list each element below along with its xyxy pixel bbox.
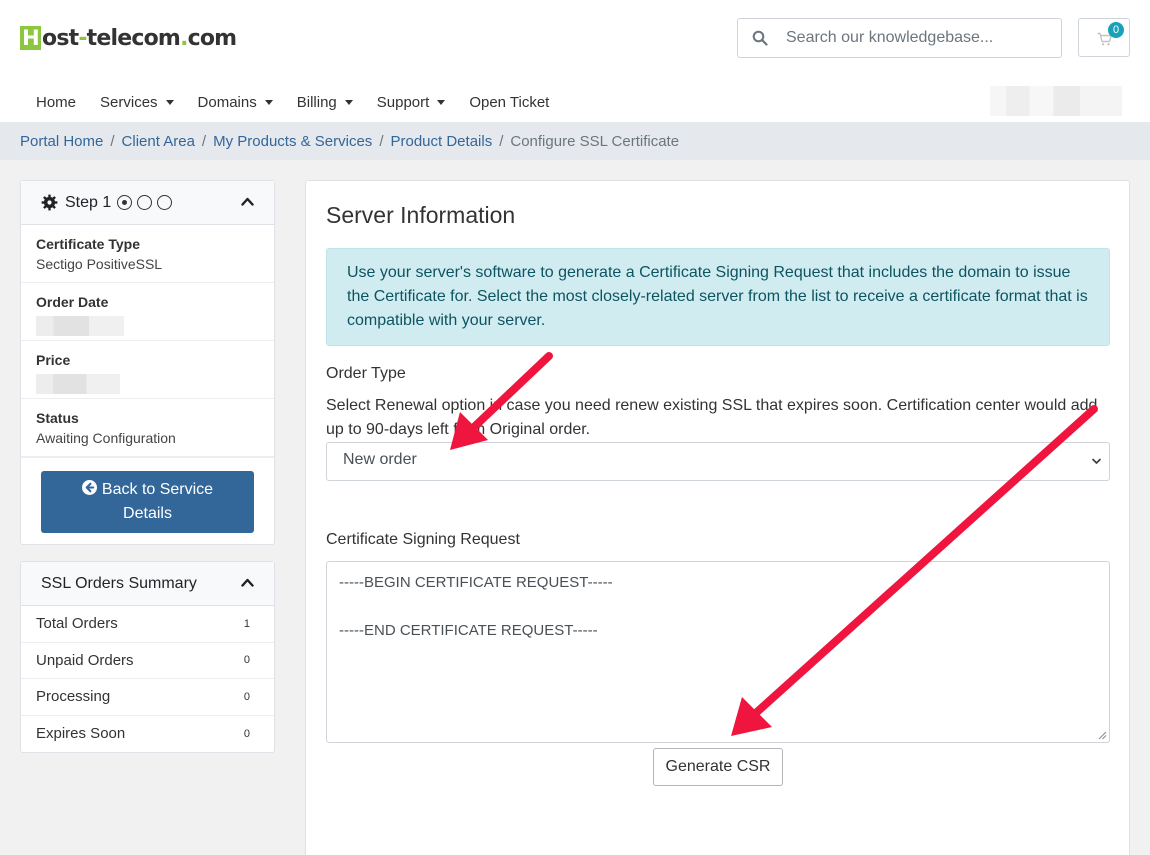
caret-down-icon	[437, 99, 446, 105]
info-value: Awaiting Configuration	[36, 430, 176, 446]
back-to-service-details-button[interactable]: Back to Service Details	[41, 471, 254, 533]
breadcrumb-products-services[interactable]: My Products & Services	[213, 133, 372, 150]
summary-row-total-orders[interactable]: Total Orders 1	[21, 606, 274, 643]
chevron-up-icon[interactable]	[241, 197, 254, 206]
order-type-select[interactable]: New order	[326, 442, 1110, 481]
order-type-selected-value: New order	[343, 451, 417, 468]
back-button-label-1: Back to Service	[101, 481, 214, 498]
breadcrumb-separator: /	[110, 132, 115, 150]
logo-text-2: telecom	[86, 25, 181, 51]
info-value: Sectigo PositiveSSL	[36, 256, 163, 272]
top-header: Host-telecom.com 0 Home Services Domains…	[0, 0, 1150, 122]
chevron-up-icon[interactable]	[241, 578, 254, 587]
arrow-circle-left-icon	[81, 480, 97, 495]
info-label: Certificate Type	[36, 236, 140, 252]
knowledgebase-search	[737, 18, 1062, 58]
cart-button[interactable]: 0	[1078, 18, 1130, 57]
step-indicator	[137, 195, 153, 210]
cart-count-badge: 0	[1108, 22, 1124, 38]
order-type-label: Order Type	[326, 365, 406, 382]
step-card-header[interactable]: Step 1	[21, 181, 274, 225]
main-nav: Home Services Domains Billing Support Op…	[24, 84, 561, 120]
csr-begin-line: -----BEGIN CERTIFICATE REQUEST-----	[339, 574, 613, 591]
summary-card-header[interactable]: SSL Orders Summary	[21, 562, 274, 606]
info-label: Status	[36, 410, 79, 426]
nav-home[interactable]: Home	[24, 94, 88, 111]
ssl-orders-summary-card: SSL Orders Summary Total Orders 1 Unpaid…	[20, 561, 275, 753]
step-indicator	[157, 195, 173, 210]
nav-services[interactable]: Services	[88, 94, 186, 111]
resize-handle-icon[interactable]	[1098, 731, 1107, 740]
order-type-help: Select Renewal option in case you need r…	[326, 394, 1106, 442]
generate-csr-button[interactable]: Generate CSR	[653, 748, 783, 786]
nav-label: Services	[100, 93, 158, 111]
summary-label: Expires Soon	[36, 725, 126, 743]
logo-text-3: com	[187, 25, 237, 51]
breadcrumb-portal-home[interactable]: Portal Home	[20, 133, 103, 150]
breadcrumb: Portal Home / Client Area / My Products …	[0, 122, 1150, 160]
order-type-help-line-1: Select Renewal option in case you need r…	[326, 397, 1067, 414]
summary-count: 1	[243, 617, 250, 630]
breadcrumb-client-area[interactable]: Client Area	[122, 133, 195, 150]
info-row-price: Price	[21, 341, 274, 399]
section-title: Server Information	[326, 202, 516, 228]
nav-label: Open Ticket	[469, 93, 550, 111]
summary-count: 0	[243, 690, 250, 703]
gear-icon	[41, 194, 58, 211]
info-row-status: Status Awaiting Configuration	[21, 399, 274, 457]
blurred-value	[36, 374, 120, 394]
nav-domains[interactable]: Domains	[186, 94, 285, 111]
back-button-area: Back to Service Details	[21, 457, 274, 544]
nav-label: Home	[36, 93, 77, 111]
nav-label: Support	[376, 93, 430, 111]
summary-label: Processing	[36, 688, 111, 706]
nav-label: Billing	[296, 93, 337, 111]
account-menu-blurred[interactable]	[990, 86, 1122, 116]
logo-text-1: ost	[42, 25, 79, 51]
breadcrumb-separator: /	[379, 132, 384, 150]
caret-down-icon	[165, 99, 174, 105]
step-indicator-current	[117, 195, 133, 210]
info-row-order-date: Order Date	[21, 283, 274, 341]
summary-count: 0	[243, 727, 250, 740]
nav-label: Domains	[197, 93, 257, 111]
step-card: Step 1 Certificate Type Sectigo Positive…	[20, 180, 275, 545]
info-label: Order Date	[36, 294, 109, 310]
breadcrumb-separator: /	[201, 132, 207, 150]
chevron-down-icon	[1092, 458, 1101, 464]
step-title: Step 1	[65, 193, 112, 211]
caret-down-icon	[344, 99, 353, 105]
blurred-value	[36, 316, 124, 336]
logo-dash: -	[78, 25, 87, 51]
summary-row-processing[interactable]: Processing 0	[21, 679, 274, 716]
back-button-label-2: Details	[123, 505, 172, 522]
nav-billing[interactable]: Billing	[285, 94, 365, 111]
csr-end-line: -----END CERTIFICATE REQUEST-----	[339, 622, 598, 639]
summary-count: 0	[243, 654, 250, 667]
summary-label: Total Orders	[36, 615, 118, 633]
breadcrumb-separator: /	[499, 132, 504, 150]
server-information-card: Server Information Use your server's sof…	[305, 180, 1130, 855]
info-row-certificate-type: Certificate Type Sectigo PositiveSSL	[21, 225, 274, 283]
summary-label: Unpaid Orders	[36, 651, 134, 669]
logo-letter: H	[20, 26, 41, 50]
search-input[interactable]	[786, 19, 1055, 57]
site-logo[interactable]: Host - telecom. com	[20, 24, 237, 52]
info-label: Price	[36, 352, 71, 368]
breadcrumb-product-details[interactable]: Product Details	[390, 133, 492, 150]
logo-dot: .	[180, 25, 188, 51]
csr-textarea[interactable]: -----BEGIN CERTIFICATE REQUEST----- ----…	[326, 561, 1110, 743]
summary-row-unpaid-orders[interactable]: Unpaid Orders 0	[21, 643, 274, 679]
caret-down-icon	[264, 99, 273, 105]
search-icon	[752, 30, 768, 46]
csr-label: Certificate Signing Request	[326, 531, 520, 548]
summary-title: SSL Orders Summary	[41, 574, 197, 592]
nav-open-ticket[interactable]: Open Ticket	[457, 94, 561, 111]
breadcrumb-current: Configure SSL Certificate	[510, 132, 680, 150]
info-alert: Use your server's software to generate a…	[326, 248, 1110, 346]
summary-row-expires-soon[interactable]: Expires Soon 0	[21, 716, 274, 753]
nav-support[interactable]: Support	[365, 94, 458, 111]
